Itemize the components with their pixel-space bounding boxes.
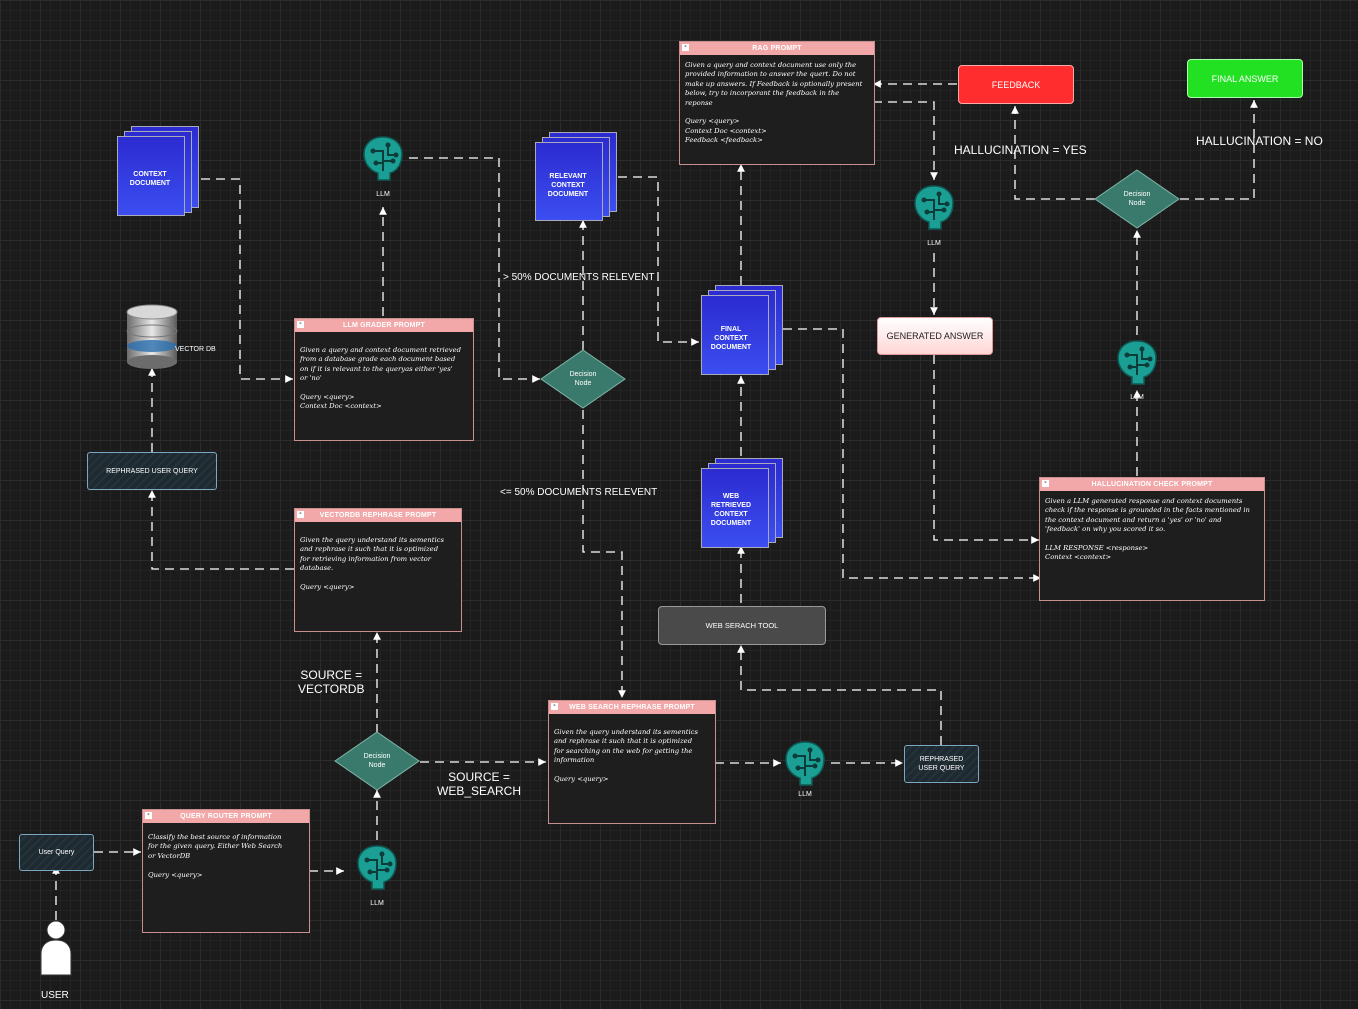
grader-prompt-text: Given a query and context document retri…: [300, 346, 461, 411]
brain-icon: [363, 136, 403, 181]
brain-icon: [1117, 340, 1157, 385]
decision-node-relevance[interactable]: Decision Node: [540, 349, 626, 409]
edge-final-to-hallucination: [783, 328, 1041, 582]
docs-gt50-label: > 50% DOCUMENTS RELEVENT: [503, 272, 655, 283]
brain-icon: [914, 185, 954, 230]
router-prompt-title: QUERY ROUTER PROMPT: [180, 813, 272, 820]
rag-prompt[interactable]: - RAG PROMPT Given a query and context do…: [679, 41, 875, 165]
rephrased-user-query-vector[interactable]: REPHRASED USER QUERY: [87, 452, 217, 490]
llm-label: LLM: [1130, 394, 1144, 401]
feedback-box[interactable]: FEEDBACK: [958, 65, 1074, 104]
llm-node-hallucination[interactable]: LLM: [1112, 337, 1162, 407]
feedback-label: FEEDBACK: [991, 79, 1041, 90]
websearch-prompt-text: Given the query understand its sementics…: [554, 728, 698, 784]
user-label: USER: [41, 990, 69, 1001]
database-icon: [126, 304, 178, 369]
hallucination-prompt-title: HALLUCINATION CHECK PROMPT: [1091, 481, 1213, 488]
context-document-label: CONTEXT DOCUMENT: [129, 171, 171, 187]
final-document-label: FINAL CONTEXT DOCUMENT: [710, 326, 752, 351]
docs-le50-label: <= 50% DOCUMENTS RELEVENT: [500, 487, 658, 498]
llm-node-web[interactable]: LLM: [780, 738, 830, 808]
brain-icon: [785, 741, 825, 786]
web-search-rephrase-prompt[interactable]: - WEB SEARCH REPHRASE PROMPT Given the qu…: [548, 700, 716, 824]
edge-decision-to-web-prompt2: [582, 410, 626, 698]
llm-node-rag[interactable]: LLM: [909, 182, 959, 252]
edge-generated-to-hallucination: [933, 355, 1039, 544]
decision-node-hallucination[interactable]: Decision Node: [1094, 169, 1180, 229]
rag-prompt-text: Given a query and context document use o…: [685, 61, 863, 145]
edge-vectordb-prompt-to-rephrased: [148, 490, 294, 570]
llm-label: LLM: [798, 791, 812, 798]
edge-relevant-to-final: [618, 176, 699, 346]
generated-answer-box[interactable]: GENERATED ANSWER: [877, 317, 993, 355]
source-vectordb-label: SOURCE = VECTORDB: [298, 668, 365, 696]
llm-label: LLM: [376, 191, 390, 198]
user-query-box[interactable]: User Query: [19, 834, 94, 871]
user-query-label: User Query: [38, 849, 75, 856]
rephrased-user-query-label: REPHRASED USER QUERY: [918, 756, 965, 772]
query-router-prompt[interactable]: - QUERY ROUTER PROMPT Classify the best s…: [142, 809, 310, 933]
vectordb-rephrase-prompt[interactable]: - VECTORDB REPHRASE PROMPT Given the quer…: [294, 508, 462, 632]
llm-label: LLM: [927, 240, 941, 247]
rephrased-user-query-web[interactable]: REPHRASED USER QUERY: [904, 745, 979, 783]
decision-node-label: Decision Node: [363, 753, 391, 769]
relevant-document-label: RELEVANT CONTEXT DOCUMENT: [547, 173, 589, 198]
web-document-label: WEB RETRIEVED CONTEXT DOCUMENT: [710, 493, 752, 527]
edge-decision-to-final: [1180, 100, 1258, 200]
hallucination-yes-label: HALLUCINATION = YES: [954, 143, 1087, 157]
decision-node-label: Decision Node: [569, 371, 597, 387]
hallucination-no-label: HALLUCINATION = NO: [1196, 134, 1323, 148]
vectordb-prompt-title: VECTORDB REPHRASE PROMPT: [319, 512, 437, 519]
web-retrieved-context-document[interactable]: WEB RETRIEVED CONTEXT DOCUMENT: [701, 458, 783, 550]
vector-db-label: VECTOR DB: [175, 346, 216, 353]
edge-rag-to-llm: [873, 101, 938, 180]
final-answer-box[interactable]: FINAL ANSWER: [1187, 59, 1303, 98]
llm-node-router[interactable]: LLM: [352, 842, 402, 912]
grader-prompt-title: LLM GRADER PROMPT: [343, 322, 425, 329]
final-answer-label: FINAL ANSWER: [1211, 73, 1279, 84]
final-context-document[interactable]: FINAL CONTEXT DOCUMENT: [701, 285, 783, 377]
web-search-tool-box[interactable]: WEB SERACH TOOL: [658, 606, 826, 645]
context-document: CONTEXT DOCUMENT: [117, 126, 199, 216]
rag-prompt-title: RAG PROMPT: [752, 45, 802, 52]
vectordb-prompt-text: Given the query understand its sementics…: [300, 536, 444, 592]
brain-icon: [357, 845, 397, 890]
edge-rephrased2-to-tool: [737, 645, 942, 745]
source-web-label: SOURCE = WEB_SEARCH: [437, 770, 522, 798]
web-search-tool-label: WEB SERACH TOOL: [705, 621, 779, 630]
websearch-prompt-title: WEB SEARCH REPHRASE PROMPT: [569, 704, 695, 711]
llm-label: LLM: [370, 900, 384, 907]
relevant-context-document[interactable]: RELEVANT CONTEXT DOCUMENT: [535, 132, 617, 222]
llm-grader-prompt[interactable]: - LLM GRADER PROMPT Given a query and con…: [294, 318, 474, 441]
user-icon: [40, 920, 72, 976]
hallucination-prompt-text: Given a LLM generated response and conte…: [1045, 497, 1250, 562]
hallucination-check-prompt[interactable]: - HALLUCINATION CHECK PROMPT Given a LLM …: [1039, 477, 1265, 601]
decision-node-label: Decision Node: [1123, 191, 1151, 207]
decision-node-source[interactable]: Decision Node: [334, 731, 420, 791]
router-prompt-text: Classify the best source of information …: [148, 833, 283, 879]
generated-answer-label: GENERATED ANSWER: [886, 331, 984, 341]
llm-node-grader[interactable]: LLM: [358, 133, 408, 203]
rephrased-user-query-label: REPHRASED USER QUERY: [106, 467, 198, 475]
